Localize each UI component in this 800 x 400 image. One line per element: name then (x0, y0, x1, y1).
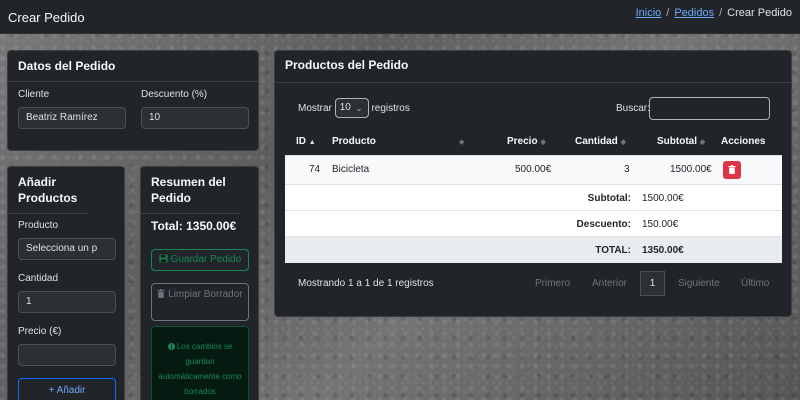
length-control: Mostrar 10 ⌄ registros (298, 98, 410, 120)
table-row: 74 Bicicleta 500.00€ 3 1500.00€ (285, 156, 782, 185)
chevron-down-icon: ⌄ (355, 103, 363, 114)
column-header-actions: Acciones (721, 136, 766, 147)
save-order-button[interactable]: Guardar Pedido (151, 249, 249, 271)
cell-quantity: 3 (624, 164, 630, 175)
order-data-title: Datos del Pedido (8, 51, 258, 83)
add-product-button[interactable]: + Añadir (18, 378, 116, 400)
pagination-first[interactable]: Primero (535, 278, 570, 289)
add-products-card: Añadir Productos Producto Selecciona un … (7, 166, 125, 400)
table-info: Mostrando 1 a 1 de 1 registros (298, 278, 434, 289)
info-circle-icon (167, 343, 175, 350)
pagination-next[interactable]: Siguiente (678, 278, 720, 289)
pagination-current[interactable]: 1 (640, 271, 665, 296)
sort-icon: ◆ (459, 139, 465, 146)
show-label: Mostrar (298, 103, 332, 114)
discount-input[interactable]: 10 (141, 107, 249, 129)
navbar: Crear Pedido Inicio / Pedidos / Crear Pedido (0, 0, 800, 34)
delete-row-button[interactable] (723, 161, 741, 179)
column-header-product-label: Producto (332, 136, 376, 147)
trash-icon (157, 289, 165, 298)
sort-icon: ◆ (699, 139, 706, 146)
product-select-placeholder: Selecciona un p (26, 243, 98, 254)
add-products-title: Añadir Productos (8, 167, 88, 215)
client-select[interactable]: Beatriz Ramírez (18, 107, 126, 129)
order-data-card: Datos del Pedido Cliente Beatriz Ramírez… (7, 50, 259, 151)
column-header-quantity[interactable]: Cantidad ◆ (575, 136, 626, 147)
grand-total-row: TOTAL: 1350.00€ (285, 237, 782, 263)
sort-icon: ◆ (540, 139, 546, 146)
column-header-subtotal-label: Subtotal (657, 136, 697, 147)
discount-value: 150.00€ (642, 219, 679, 230)
column-header-price[interactable]: Precio ◆ (507, 136, 546, 147)
product-label: Producto (18, 220, 59, 231)
order-products-title: Productos del Pedido (275, 51, 791, 84)
records-label: registros (371, 103, 410, 114)
sort-icon: ▲ (308, 139, 316, 146)
trash-icon (728, 165, 736, 174)
sort-icon: ◆ (620, 139, 626, 146)
autosave-alert: Los cambios se guardan automáticamente c… (151, 326, 249, 400)
clear-draft-label: Limpiar Borrador (168, 289, 243, 300)
discount-row: Descuento: 150.00€ (285, 211, 782, 237)
discount-label-total: Descuento: (576, 219, 631, 230)
cell-price: 500.00€ (515, 164, 552, 175)
pagination-last[interactable]: Último (741, 278, 769, 289)
save-icon (159, 254, 168, 263)
grand-total-value: 1350.00€ (642, 245, 684, 256)
cell-subtotal: 1500.00€ (670, 164, 712, 175)
navbar-brand[interactable]: Crear Pedido (8, 10, 85, 25)
pagination-previous[interactable]: Anterior (592, 278, 627, 289)
breadcrumb-orders-link[interactable]: Pedidos (674, 7, 714, 19)
cell-id: 74 (309, 164, 321, 175)
column-header-price-label: Precio (507, 136, 538, 147)
column-header-subtotal[interactable]: Subtotal ◆ (657, 136, 705, 147)
order-summary-title: Resumen del Pedido (141, 167, 241, 215)
column-header-id-label: ID (296, 136, 306, 147)
grand-total-label: TOTAL: (595, 245, 631, 256)
search-input[interactable] (649, 97, 770, 120)
subtotal-value: 1500.00€ (642, 193, 684, 204)
quantity-input[interactable]: 1 (18, 291, 116, 313)
page-length-select[interactable]: 10 ⌄ (334, 98, 369, 119)
breadcrumb-separator: / (719, 7, 723, 19)
breadcrumb-home-link[interactable]: Inicio (636, 7, 662, 19)
quantity-label: Cantidad (18, 273, 59, 284)
price-input[interactable] (18, 344, 116, 366)
order-products-card: Productos del Pedido Mostrar 10 ⌄ regist… (274, 50, 792, 317)
breadcrumb: Inicio / Pedidos / Crear Pedido (636, 7, 792, 19)
column-header-product[interactable]: Producto (332, 136, 376, 147)
client-label: Cliente (18, 89, 50, 100)
autosave-alert-text: Los cambios se guardan automáticamente c… (158, 342, 242, 396)
clear-draft-button[interactable]: Limpiar Borrador (151, 283, 249, 321)
subtotal-row: Subtotal: 1500.00€ (285, 185, 782, 211)
order-summary-card: Resumen del Pedido Total: 1350.00€ Guard… (140, 166, 259, 400)
product-select[interactable]: Selecciona un p (18, 238, 116, 260)
client-select-value: Beatriz Ramírez (26, 112, 98, 123)
page-length-value: 10 (339, 102, 351, 114)
search-label: Buscar: (616, 103, 650, 114)
subtotal-label: Subtotal: (587, 193, 631, 204)
breadcrumb-current: Crear Pedido (727, 7, 792, 19)
cell-product: Bicicleta (332, 164, 370, 175)
discount-label: Descuento (%) (141, 89, 208, 100)
price-label: Precio (€) (18, 326, 62, 337)
breadcrumb-separator: / (666, 7, 670, 19)
column-header-id[interactable]: ID ▲ (296, 136, 316, 147)
save-order-label: Guardar Pedido (170, 254, 242, 265)
column-header-quantity-label: Cantidad (575, 136, 618, 147)
order-total: Total: 1350.00€ (151, 219, 237, 233)
